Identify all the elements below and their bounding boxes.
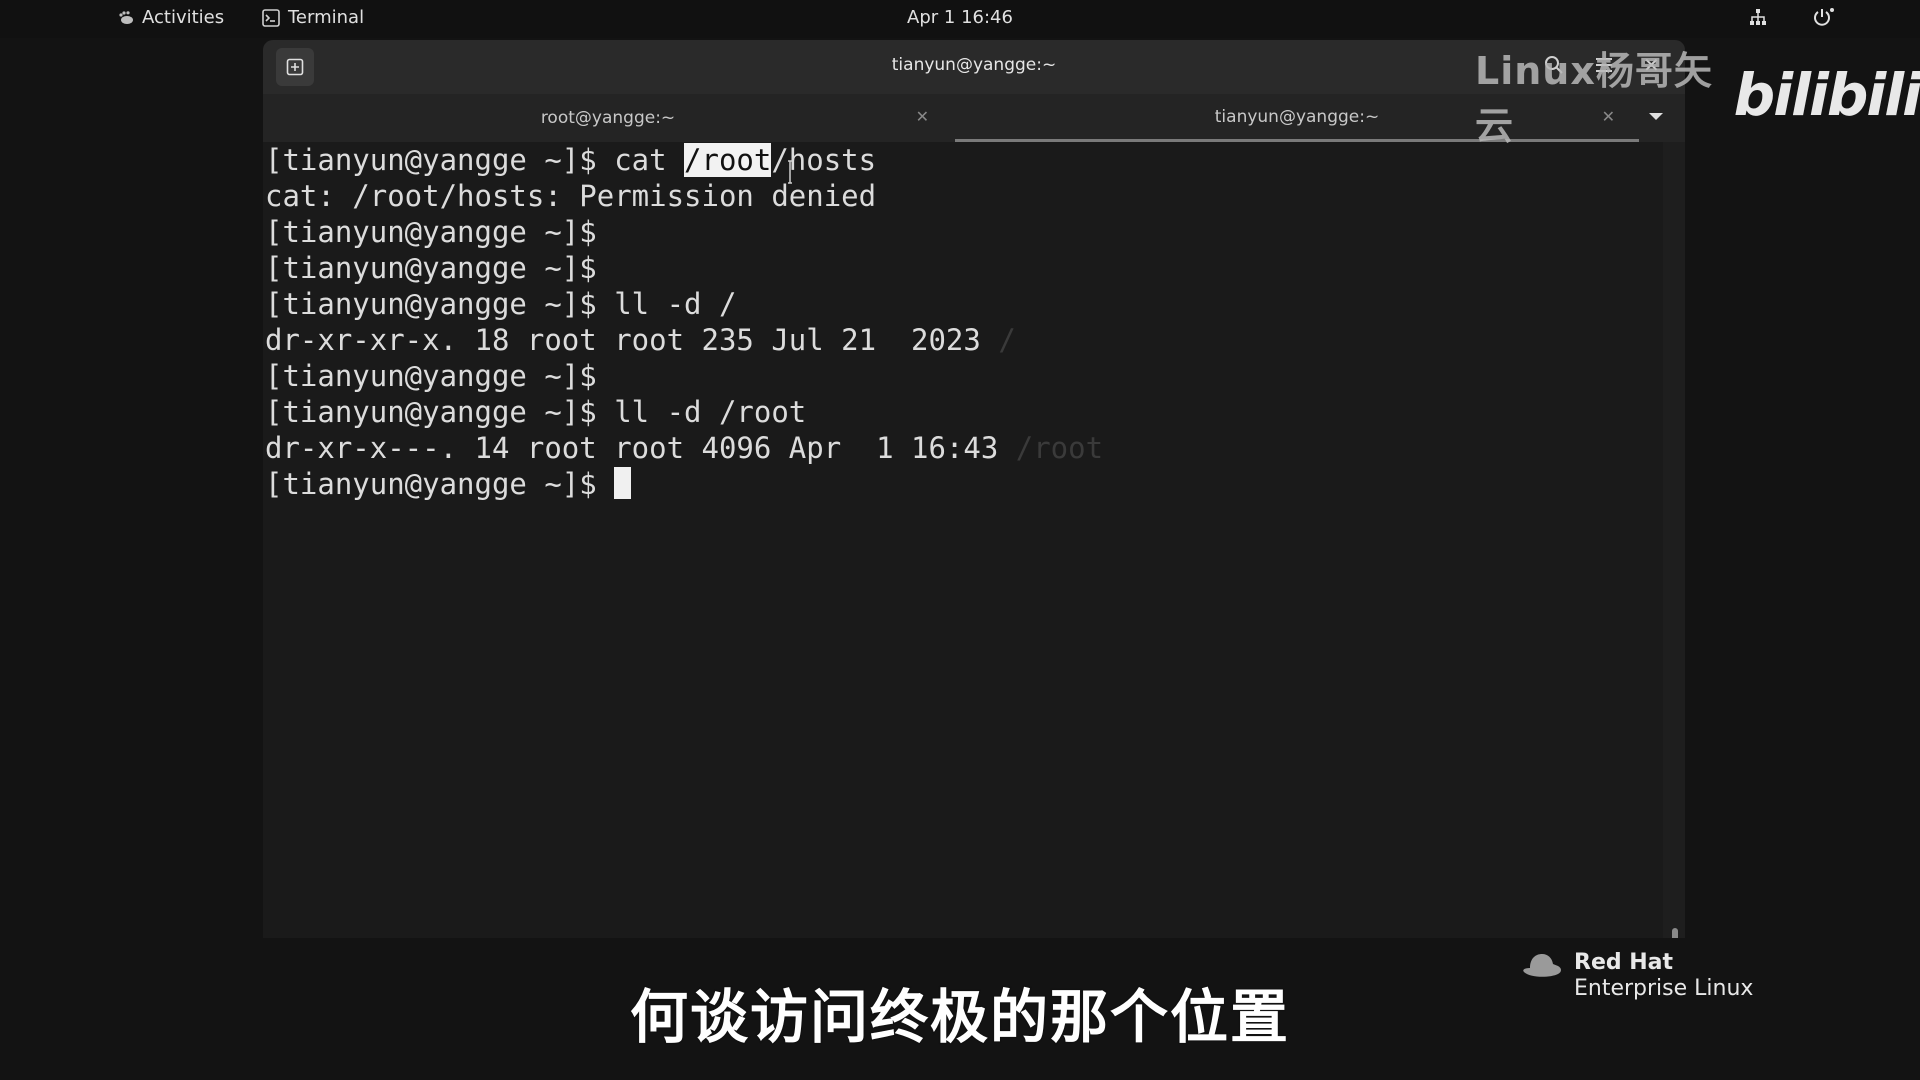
terminal-line: cat: /root/hosts: Permission denied: [265, 179, 877, 213]
terminal-line: [tianyun@yangge ~]$: [265, 215, 597, 249]
terminal-line: dr-xr-x---. 14 root root 4096 Apr 1 16:4…: [265, 431, 1104, 465]
window-title: tianyun@yangge:~: [891, 55, 1057, 75]
selected-text: /root: [684, 143, 772, 177]
tab-root[interactable]: root@yangge:~ ✕: [263, 94, 953, 142]
terminal-line: [tianyun@yangge ~]$ cat /root/hosts: [265, 143, 877, 177]
tab-bar: root@yangge:~ ✕ tianyun@yangge:~ ✕: [263, 94, 1685, 142]
app-menu-terminal[interactable]: Terminal: [262, 7, 364, 28]
terminal-scrollbar[interactable]: [1663, 142, 1685, 938]
gnome-foot-icon: [119, 10, 133, 24]
terminal-line: [tianyun@yangge ~]$: [265, 359, 597, 393]
tab-close-icon[interactable]: ✕: [916, 107, 929, 126]
header-bar: tianyun@yangge:~ ✕: [263, 40, 1685, 94]
network-icon[interactable]: [1748, 7, 1768, 27]
bilibili-logo: bilibili: [1733, 61, 1920, 129]
clock[interactable]: Apr 1 16:46: [907, 7, 1013, 28]
scrollbar-thumb[interactable]: [1672, 928, 1678, 938]
top-bar: Activities Terminal Apr 1 16:46: [0, 0, 1920, 38]
terminal-window: tianyun@yangge:~ ✕ root@yangge:~ ✕ tiany…: [263, 40, 1685, 938]
watermark-text: Linux杨哥矢云: [1475, 49, 1713, 148]
terminal-line: dr-xr-xr-x. 18 root root 235 Jul 21 2023…: [265, 323, 1016, 357]
tab-label: tianyun@yangge:~: [1214, 106, 1380, 127]
video-watermark: Linux杨哥矢云 bilibili: [1475, 40, 1920, 150]
terminal-output[interactable]: [tianyun@yangge ~]$ cat /root/hosts cat:…: [263, 142, 1663, 938]
terminal-line: [tianyun@yangge ~]$: [265, 251, 597, 285]
terminal-line: [tianyun@yangge ~]$ ll -d /root: [265, 395, 807, 429]
power-icon[interactable]: [1812, 7, 1834, 27]
system-tray[interactable]: [1748, 7, 1834, 27]
app-menu-label: Terminal: [288, 7, 365, 28]
activities-button[interactable]: Activities: [118, 7, 224, 28]
activities-label: Activities: [142, 7, 225, 28]
terminal-line: [tianyun@yangge ~]$ ll -d /: [265, 287, 737, 321]
tab-label: root@yangge:~: [540, 108, 676, 128]
terminal-prompt-line: [tianyun@yangge ~]$: [265, 466, 632, 502]
text-cursor: [614, 467, 632, 499]
video-subtitle: 何谈访问终极的那个位置: [628, 982, 1290, 1053]
terminal-icon: [262, 8, 280, 27]
